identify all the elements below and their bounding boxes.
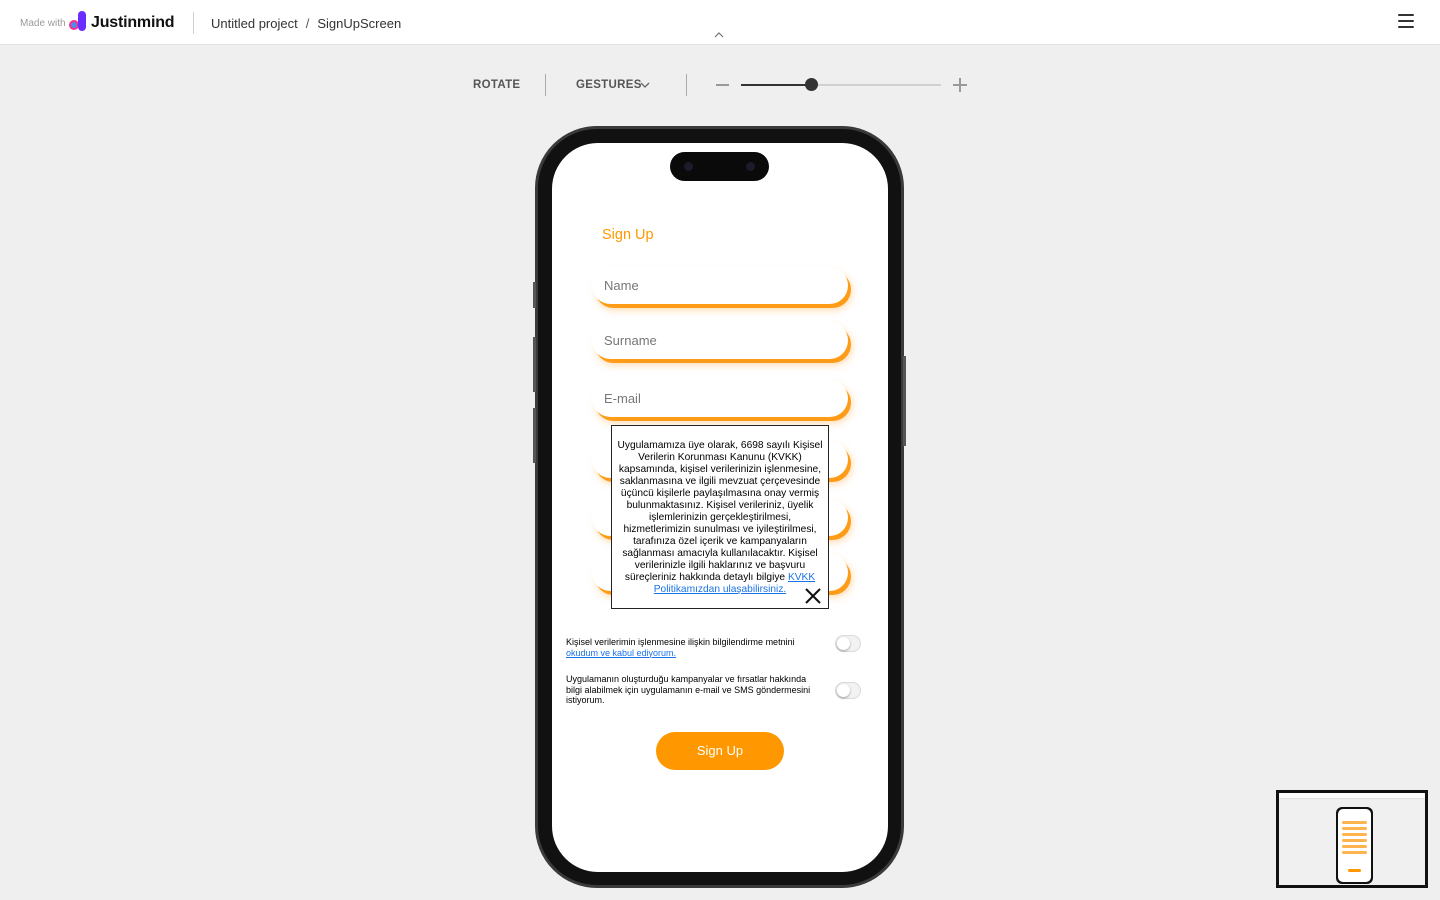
zoom-out-button[interactable] [716, 84, 729, 86]
camera-icon [684, 162, 693, 171]
phone-side-button [533, 408, 536, 463]
minimap-field [1342, 821, 1367, 824]
privacy-consent-toggle[interactable] [835, 635, 861, 652]
rotate-button[interactable]: ROTATE [473, 79, 520, 91]
zoom-slider-thumb[interactable] [805, 78, 818, 91]
gestures-dropdown[interactable]: GESTURES [576, 79, 642, 91]
phone-screen: Sign Up Name Surname E-mail P P C Uygula… [552, 143, 888, 872]
divider [193, 12, 194, 34]
dynamic-island [670, 152, 769, 181]
email-placeholder: E-mail [604, 391, 641, 406]
toolbar-divider [545, 74, 546, 96]
minimap-field [1342, 845, 1367, 848]
toggle-knob [837, 684, 850, 697]
minimap-field [1342, 839, 1367, 842]
minimap-field [1342, 851, 1367, 854]
sign-up-button[interactable]: Sign Up [656, 732, 784, 770]
toggle-knob [837, 637, 850, 650]
zoom-slider[interactable] [741, 78, 941, 91]
chevron-down-icon[interactable] [639, 80, 651, 90]
marketing-consent-toggle[interactable] [835, 682, 861, 699]
camera-icon [746, 162, 755, 171]
close-icon[interactable] [804, 587, 822, 605]
page-title: Sign Up [602, 227, 654, 243]
hamburger-icon[interactable] [1398, 14, 1414, 30]
made-with-label: Made with [20, 18, 66, 29]
surname-field[interactable]: Surname [592, 322, 848, 359]
justinmind-logo-icon [69, 11, 86, 31]
consent-marketing: Uygulamanın oluşturduğu kampanyalar ve f… [566, 674, 816, 706]
chevron-up-icon[interactable] [713, 30, 725, 40]
consent-marketing-text: Uygulamanın oluşturduğu kampanyalar ve f… [566, 674, 811, 705]
phone-side-button [903, 356, 906, 446]
kvkk-popup: Uygulamamıza üye olarak, 6698 sayılı Kiş… [611, 425, 829, 609]
name-placeholder: Name [604, 278, 639, 293]
breadcrumb-screen[interactable]: SignUpScreen [317, 16, 401, 31]
toolbar-divider [686, 74, 687, 96]
zoom-slider-fill [741, 84, 811, 86]
surname-placeholder: Surname [604, 333, 657, 348]
kvkk-text: Uygulamamıza üye olarak, 6698 sayılı Kiş… [617, 440, 823, 583]
breadcrumb-project[interactable]: Untitled project [211, 16, 298, 31]
minimap-button [1348, 869, 1361, 872]
consent-privacy: Kişisel verilerimin işlenmesine ilişkin … [566, 637, 816, 658]
phone-side-button [533, 337, 536, 392]
zoom-in-button[interactable] [953, 78, 967, 92]
email-field[interactable]: E-mail [592, 380, 848, 417]
consent-privacy-link[interactable]: okudum ve kabul ediyorum. [566, 648, 676, 658]
brand-name[interactable]: Justinmind [91, 14, 175, 32]
name-field[interactable]: Name [592, 267, 848, 304]
minimap[interactable] [1276, 790, 1428, 888]
consent-privacy-text: Kişisel verilerimin işlenmesine ilişkin … [566, 637, 795, 647]
phone-side-button [533, 282, 536, 308]
minimap-field [1342, 827, 1367, 830]
breadcrumb-separator: / [305, 16, 310, 31]
breadcrumb: Untitled project / SignUpScreen [211, 16, 401, 31]
minimap-field [1342, 833, 1367, 836]
top-bar: Made with Justinmind Untitled project / Si… [0, 0, 1440, 45]
